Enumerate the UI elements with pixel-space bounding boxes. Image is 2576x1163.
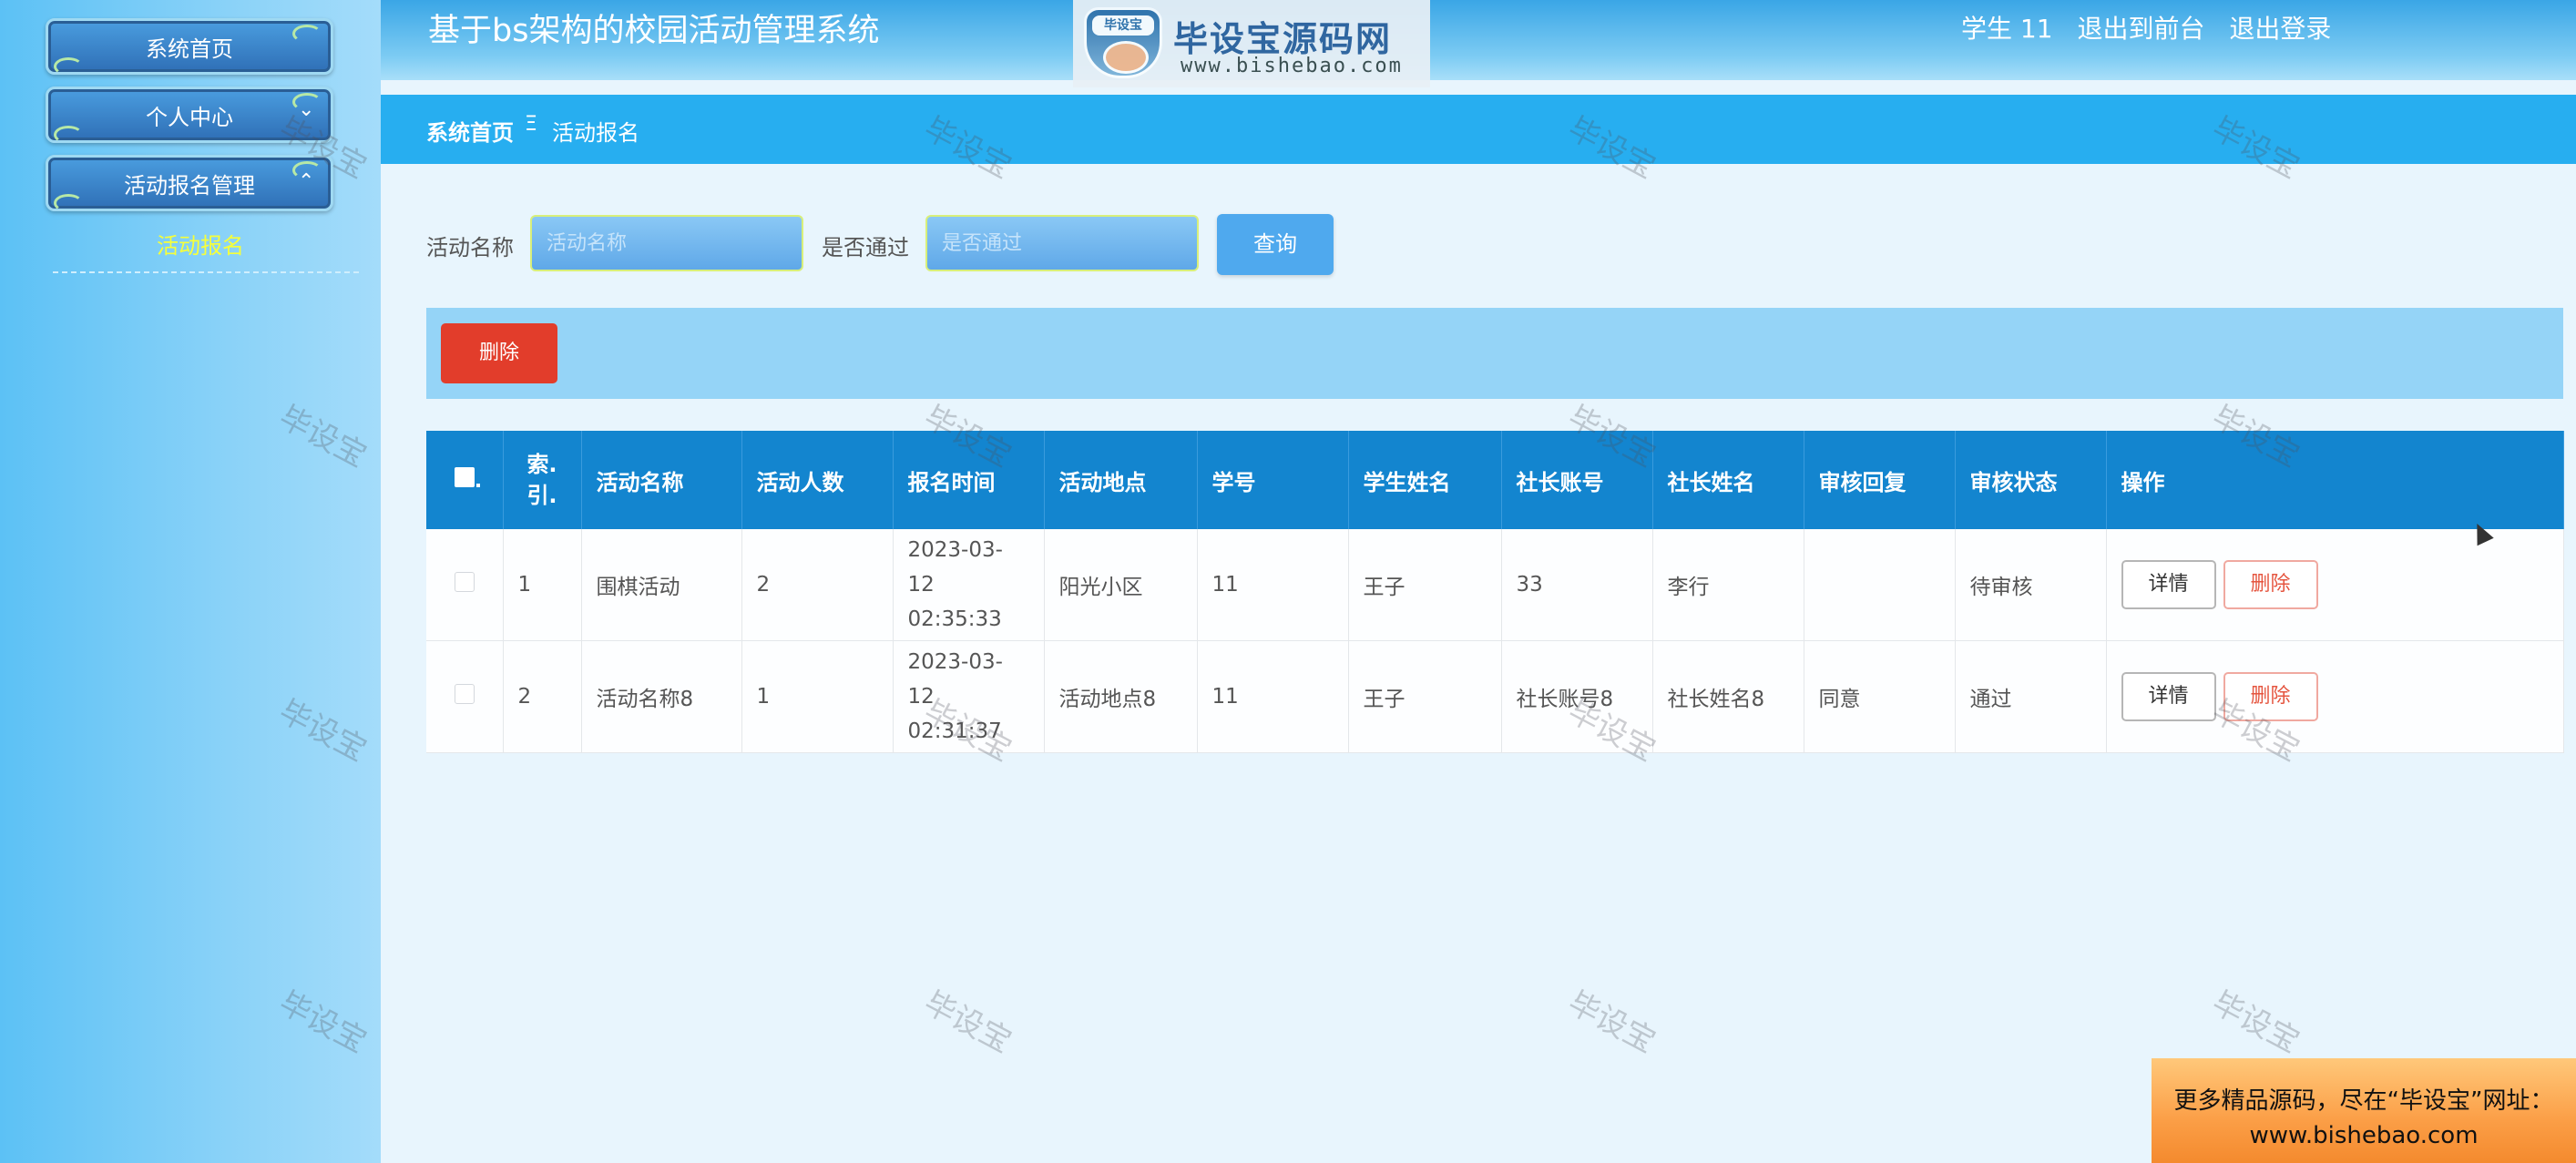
cell-signup-time: 2023-03-12 02:35:33 [893, 529, 1045, 641]
swirl-decoration-icon [54, 57, 83, 76]
promo-banner-url: www.bishebao.com [2249, 1122, 2479, 1149]
select-all-checkbox[interactable] [454, 467, 480, 487]
back-to-frontend-link[interactable]: 退出到前台 [2077, 14, 2204, 44]
watermark: 毕设宝 [917, 984, 1017, 1061]
sidebar-item-label: 系统首页 [146, 36, 233, 62]
cell-student-name: 王子 [1348, 640, 1502, 753]
cell-student-no: 11 [1197, 640, 1349, 753]
detail-button[interactable]: 详情 [2121, 560, 2216, 609]
column-header-leader-account: 社长账号 [1501, 431, 1653, 529]
column-header-signup-time: 报名时间 [893, 431, 1045, 529]
table-header-row: 索. 引. 活动名称 活动人数 报名时间 活动地点 学号 学生姓名 社长账号 社… [426, 431, 2564, 529]
sidebar-divider [53, 271, 359, 273]
row-delete-button[interactable]: 删除 [2223, 672, 2318, 721]
signup-date: 2023-03-12 [907, 538, 1003, 597]
cell-activity-count: 2 [741, 529, 894, 641]
promo-banner-line1: 更多精品源码，尽在“毕设宝”网址： [2173, 1087, 2554, 1115]
cell-leader-name: 李行 [1652, 529, 1804, 641]
sidebar-subitem-registration[interactable]: 活动报名 [46, 228, 355, 260]
action-bar: 删除 [426, 308, 2563, 399]
cell-activity-name: 围棋活动 [581, 529, 742, 641]
system-title: 基于bs架构的校园活动管理系统 [428, 13, 880, 49]
select-all-checkbox-cell[interactable] [426, 431, 504, 529]
cell-index: 1 [503, 529, 582, 641]
sidebar-item-label: 个人中心 [146, 105, 233, 130]
activity-name-label: 活动名称 [426, 235, 514, 260]
sidebar-item-home[interactable]: 系统首页 [46, 18, 333, 76]
index-header-line1: 索. [526, 452, 557, 477]
batch-delete-button[interactable]: 删除 [441, 323, 557, 383]
column-header-activity-count: 活动人数 [741, 431, 894, 529]
cell-operations: 详情 删除 [2106, 640, 2564, 753]
cell-index: 2 [503, 640, 582, 753]
swirl-decoration-icon [54, 194, 83, 212]
column-header-activity-place: 活动地点 [1044, 431, 1198, 529]
registration-table: 索. 引. 活动名称 活动人数 报名时间 活动地点 学号 学生姓名 社长账号 社… [426, 431, 2564, 753]
column-header-review-reply: 审核回复 [1804, 431, 1956, 529]
cell-activity-place: 活动地点8 [1044, 640, 1198, 753]
breadcrumb-current: 活动报名 [552, 120, 639, 146]
query-button[interactable]: 查询 [1217, 214, 1334, 275]
top-header: 基于bs架构的校园活动管理系统 毕设宝 毕设宝源码网 www.bishebao.… [381, 0, 2576, 87]
cell-student-name: 王子 [1348, 529, 1502, 641]
column-header-operations: 操作 [2106, 431, 2564, 529]
row-delete-button[interactable]: 删除 [2223, 560, 2318, 609]
row-checkbox-cell[interactable] [426, 640, 504, 753]
cell-review-status: 待审核 [1955, 529, 2107, 641]
cell-operations: 详情 删除 [2106, 529, 2564, 641]
logo-url: www.bishebao.com [1181, 55, 1403, 77]
signup-clock: 02:35:33 [907, 607, 1002, 631]
cell-leader-account: 33 [1501, 529, 1653, 641]
signup-clock: 02:31:37 [907, 719, 1002, 743]
logo-badge-text: 毕设宝 [1092, 15, 1154, 36]
row-checkbox[interactable] [454, 572, 475, 592]
signup-date: 2023-03-12 [907, 650, 1003, 709]
cell-leader-name: 社长姓名8 [1652, 640, 1804, 753]
sidebar-item-personal-center[interactable]: 个人中心 ⌄ [46, 87, 333, 144]
cell-activity-count: 1 [741, 640, 894, 753]
swirl-decoration-icon [54, 126, 83, 144]
pass-status-label: 是否通过 [822, 235, 909, 260]
cell-review-reply: 同意 [1804, 640, 1956, 753]
breadcrumb: 系统首页 Ξ 活动报名 [381, 95, 2576, 164]
promo-banner[interactable]: 更多精品源码，尽在“毕设宝”网址： www.bishebao.com [2152, 1058, 2576, 1163]
cell-student-no: 11 [1197, 529, 1349, 641]
current-user: 学生 11 [1961, 14, 2053, 44]
cell-activity-place: 阳光小区 [1044, 529, 1198, 641]
column-header-review-status: 审核状态 [1955, 431, 2107, 529]
swirl-decoration-icon [292, 25, 322, 43]
sidebar-item-registration-management[interactable]: 活动报名管理 ⌃ [46, 155, 333, 212]
breadcrumb-separator-icon: Ξ [525, 113, 537, 136]
site-logo: 毕设宝 毕设宝源码网 www.bishebao.com [1073, 0, 1430, 87]
index-header-line2: 引. [526, 483, 557, 508]
cell-activity-name: 活动名称8 [581, 640, 742, 753]
activity-name-input[interactable] [530, 215, 803, 271]
chevron-up-icon: ⌃ [298, 170, 315, 193]
column-header-student-no: 学号 [1197, 431, 1349, 529]
sidebar: 系统首页 个人中心 ⌄ 活动报名管理 ⌃ 活动报名 [0, 0, 381, 1163]
row-checkbox-cell[interactable] [426, 529, 504, 641]
column-header-index: 索. 引. [503, 431, 582, 529]
logo-mascot-icon: 毕设宝 [1084, 7, 1162, 78]
column-header-activity-name: 活动名称 [581, 431, 742, 529]
watermark: 毕设宝 [1561, 984, 1661, 1061]
table-row: 2 活动名称8 1 2023-03-12 02:31:37 活动地点8 11 王… [426, 640, 2564, 753]
column-header-student-name: 学生姓名 [1348, 431, 1502, 529]
chevron-down-icon: ⌄ [298, 98, 315, 121]
cell-review-reply [1804, 529, 1956, 641]
sidebar-item-label: 活动报名管理 [124, 173, 255, 199]
logo-text: 毕设宝源码网 [1173, 19, 1393, 59]
breadcrumb-home[interactable]: 系统首页 [426, 115, 514, 147]
logout-link[interactable]: 退出登录 [2229, 14, 2331, 44]
cell-signup-time: 2023-03-12 02:31:37 [893, 640, 1045, 753]
table-row: 1 围棋活动 2 2023-03-12 02:35:33 阳光小区 11 王子 … [426, 529, 2564, 641]
column-header-leader-name: 社长姓名 [1652, 431, 1804, 529]
detail-button[interactable]: 详情 [2121, 672, 2216, 721]
cell-review-status: 通过 [1955, 640, 2107, 753]
cell-leader-account: 社长账号8 [1501, 640, 1653, 753]
header-user-area: 学生 11 退出到前台 退出登录 [1961, 9, 2347, 49]
watermark: 毕设宝 [2205, 984, 2305, 1061]
pass-status-input[interactable] [925, 215, 1199, 271]
row-checkbox[interactable] [454, 684, 475, 704]
